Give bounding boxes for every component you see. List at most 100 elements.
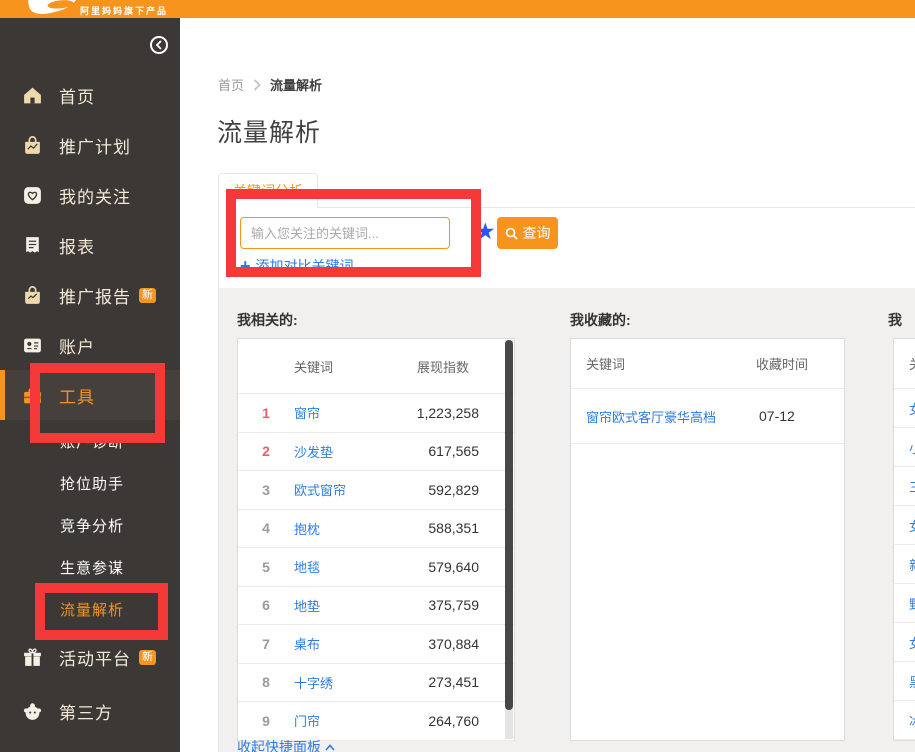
sidebar-item-my-focus[interactable]: 我的关注 (0, 170, 180, 220)
sidebar-item-tools[interactable]: 工具 (0, 370, 180, 420)
sidebar-item-label: 账户 (59, 333, 95, 358)
bag-icon (22, 135, 43, 156)
submenu-item-label: 竞争分析 (60, 515, 124, 536)
submenu-item[interactable]: 竞争分析 (0, 504, 180, 546)
table-row: 女 (894, 623, 915, 662)
keyword-link[interactable]: 新 (909, 555, 915, 574)
collapse-quick-panel-link[interactable]: 收起快捷面板 (237, 737, 335, 752)
sidebar-item-reports[interactable]: 报表 (0, 220, 180, 270)
breadcrumb-home[interactable]: 首页 (218, 75, 244, 94)
table-row: 野 (894, 584, 915, 623)
table-row: 3 欧式窗帘 592,829 (238, 471, 514, 510)
main-content: 首页 流量解析 流量解析 关键词分析 ★ 查询 + 添加对比关键词 我相关的: … (180, 18, 915, 752)
query-button[interactable]: 查询 (497, 217, 558, 249)
chevron-right-icon (253, 79, 261, 91)
keyword-link[interactable]: 窗帘 (294, 403, 320, 422)
plus-icon: + (240, 259, 251, 273)
table-header: 关键词 展现指数 (238, 339, 514, 394)
table-row: 窗帘欧式客厅豪华高档 07-12 (571, 389, 844, 444)
submenu-item[interactable]: 生意参谋 (0, 546, 180, 588)
table-row: 冰 (894, 701, 915, 740)
keyword-link[interactable]: 女 (909, 516, 915, 535)
column-keyword: 关键词 (586, 354, 625, 373)
keyword-link[interactable]: 抱枕 (294, 519, 320, 538)
rank-cell: 3 (238, 482, 294, 498)
quick-panel: 我相关的: 关键词 展现指数 1 窗帘 1,223,258 (219, 288, 915, 752)
table-scrollbar-thumb[interactable] (505, 340, 513, 710)
toolbox-icon (22, 385, 43, 406)
sidebar-item-third-party[interactable]: 第三方 (0, 684, 180, 738)
keyword-link[interactable]: 十字绣 (294, 673, 333, 692)
keyword-link[interactable]: 门帘 (294, 711, 320, 730)
id-card-icon (22, 335, 43, 356)
sidebar-item-label: 活动平台 (59, 645, 131, 670)
table-row: 7 桌布 370,884 (238, 625, 514, 664)
breadcrumb-current: 流量解析 (270, 75, 322, 94)
keyword-link[interactable]: 窗帘欧式客厅豪华高档 (586, 407, 716, 426)
query-button-label: 查询 (523, 223, 551, 243)
keyword-link[interactable]: 女 (909, 633, 915, 652)
related-panel-label: 我相关的: (237, 310, 298, 330)
table-row: 三 (894, 467, 915, 506)
keyword-link[interactable]: 女 (909, 399, 915, 418)
column-favorite-time: 收藏时间 (756, 354, 808, 373)
table-row: 9 门帘 264,760 (238, 702, 514, 741)
rank-cell: 5 (238, 559, 294, 575)
table-row: 4 抱枕 588,351 (238, 510, 514, 549)
brand-logo (26, 0, 81, 18)
keyword-link[interactable]: 冰 (909, 711, 915, 730)
sidebar-menu: 首页 推广计划 我的关注 报表 推广报告 新 账户 (0, 70, 180, 738)
keyword-link[interactable]: 地毯 (294, 557, 320, 576)
sidebar-item-promo-report[interactable]: 推广报告 新 (0, 270, 180, 320)
rank-cell: 9 (238, 713, 294, 729)
impression-value: 264,760 (428, 713, 514, 729)
sidebar-item-promo-plan[interactable]: 推广计划 (0, 120, 180, 170)
screenshot-stage: 阿里妈妈旗下产品 首页 推广计划 我的关注 报表 (0, 0, 915, 752)
favorite-star-icon[interactable]: ★ (475, 216, 496, 246)
impression-value: 1,223,258 (417, 405, 514, 421)
sidebar-item-activity-platform[interactable]: 活动平台 新 (0, 630, 180, 684)
rank-cell: 1 (238, 405, 294, 421)
sidebar: 首页 推广计划 我的关注 报表 推广报告 新 账户 (0, 18, 180, 752)
add-compare-keyword-link[interactable]: + 添加对比关键词 (240, 256, 354, 276)
related-keywords-table: 关键词 展现指数 1 窗帘 1,223,258 2 沙发垫 (237, 338, 515, 741)
sidebar-collapse-button[interactable] (144, 30, 174, 60)
sidebar-item-label: 推广报告 (59, 283, 131, 308)
bag-icon (22, 285, 43, 306)
sidebar-item-home[interactable]: 首页 (0, 70, 180, 120)
keyword-link[interactable]: 地垫 (294, 596, 320, 615)
favorites-table: 关键词 收藏时间 窗帘欧式客厅豪华高档 07-12 (570, 338, 845, 741)
tab-keyword-analysis[interactable]: 关键词分析 (218, 173, 318, 208)
keyword-link[interactable]: 桌布 (294, 634, 320, 653)
table-row: 黑 (894, 662, 915, 701)
home-icon (22, 85, 43, 106)
keyword-link[interactable]: 三 (909, 477, 915, 496)
keyword-link[interactable]: 沙发垫 (294, 442, 333, 461)
submenu-item[interactable]: 流量解析 (0, 588, 180, 630)
table-row: 女 (894, 506, 915, 545)
submenu-item-label: 流量解析 (60, 599, 124, 620)
keyword-link[interactable]: 小 (909, 438, 915, 457)
tools-submenu: 账户诊断 抢位助手 竞争分析 生意参谋 流量解析 (0, 420, 180, 630)
report-icon (22, 235, 43, 256)
chevron-left-icon (150, 36, 168, 54)
keyword-search-input[interactable] (240, 217, 450, 249)
chevron-up-icon (325, 744, 335, 751)
rank-cell: 4 (238, 520, 294, 536)
new-badge: 新 (139, 288, 156, 303)
sidebar-item-account[interactable]: 账户 (0, 320, 180, 370)
submenu-item[interactable]: 账户诊断 (0, 420, 180, 462)
top-brand-bar: 阿里妈妈旗下产品 (0, 0, 915, 18)
impression-value: 579,640 (428, 559, 514, 575)
keyword-link[interactable]: 野 (909, 594, 915, 613)
submenu-item-label: 账户诊断 (60, 431, 124, 452)
table-body: 1 窗帘 1,223,258 2 沙发垫 617,565 3 (238, 394, 514, 741)
impression-value: 273,451 (428, 674, 514, 690)
sidebar-item-label: 推广计划 (59, 133, 131, 158)
keyword-link[interactable]: 欧式窗帘 (294, 480, 346, 499)
keyword-link[interactable]: 黑 (909, 672, 915, 691)
clipped-keywords-table: 关 女 小 三 (893, 338, 915, 741)
submenu-item[interactable]: 抢位助手 (0, 462, 180, 504)
favorites-panel-label: 我收藏的: (570, 310, 631, 330)
column-impression-index: 展现指数 (417, 357, 514, 376)
